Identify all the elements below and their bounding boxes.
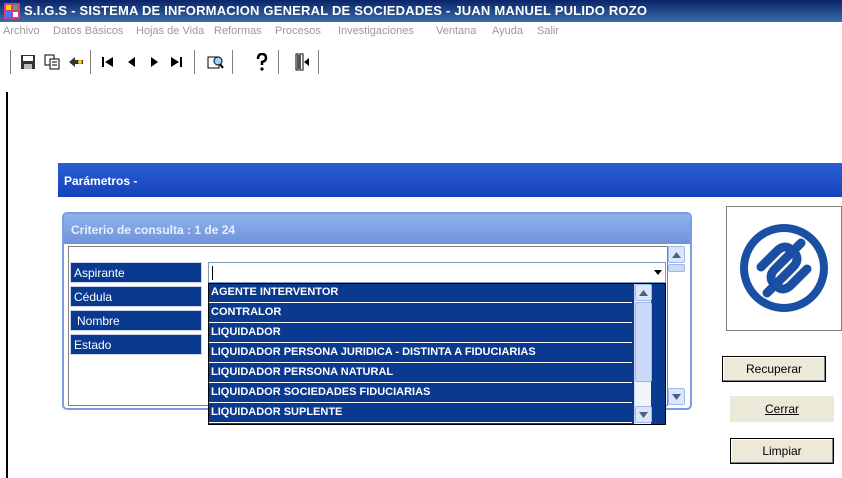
recuperar-button[interactable]: Recuperar bbox=[722, 356, 826, 382]
parametros-title: Parámetros - bbox=[64, 174, 138, 188]
undo-icon[interactable] bbox=[66, 52, 86, 72]
list-item[interactable]: CONTRALOR bbox=[209, 304, 632, 323]
app-icon bbox=[4, 3, 20, 19]
aspirante-combo[interactable] bbox=[208, 262, 666, 283]
criteria-counter: Criterio de consulta : 1 de 24 bbox=[71, 223, 236, 237]
limpiar-button[interactable]: Limpiar bbox=[730, 438, 834, 464]
scroll-thumb[interactable] bbox=[635, 302, 652, 382]
cerrar-label: Cerrar bbox=[764, 402, 799, 416]
toolbar-separator bbox=[318, 50, 322, 74]
toolbar bbox=[0, 42, 842, 92]
list-item[interactable]: LIQUIDADOR SUPLENTE bbox=[209, 404, 632, 423]
criteria-scrollbar[interactable] bbox=[668, 246, 685, 406]
previous-record-icon[interactable] bbox=[122, 52, 142, 72]
toolbar-separator bbox=[194, 50, 198, 74]
workspace-border bbox=[6, 92, 8, 478]
logo-icon bbox=[740, 224, 828, 312]
supersociedades-logo bbox=[726, 206, 842, 331]
chevron-down-icon[interactable] bbox=[650, 264, 665, 281]
scroll-up-icon[interactable] bbox=[668, 246, 685, 263]
first-record-icon[interactable] bbox=[98, 52, 118, 72]
help-icon[interactable] bbox=[252, 52, 272, 72]
parametros-title-bar[interactable]: Parámetros - bbox=[58, 163, 842, 197]
toolbar-separator bbox=[10, 50, 14, 74]
field-label-estado: Estado bbox=[70, 334, 202, 355]
menu-ayuda[interactable]: Ayuda bbox=[492, 25, 523, 37]
copy-icon[interactable] bbox=[42, 52, 62, 72]
scroll-down-icon[interactable] bbox=[668, 388, 685, 405]
aspirante-dropdown-list: AGENTE INTERVENTOR CONTRALOR LIQUIDADOR … bbox=[208, 283, 666, 425]
list-item[interactable]: LIQUIDADOR PERSONA JURIDICA - DISTINTA A… bbox=[209, 344, 632, 363]
field-label-nombre: Nombre bbox=[70, 310, 202, 331]
menu-reformas[interactable]: Reformas bbox=[214, 25, 262, 37]
menu-investigaciones[interactable]: Investigaciones bbox=[338, 25, 414, 37]
save-icon[interactable] bbox=[18, 52, 38, 72]
dropdown-scrollbar[interactable] bbox=[634, 284, 652, 424]
list-item[interactable]: LIQUIDADOR bbox=[209, 324, 632, 343]
menu-archivo[interactable]: Archivo bbox=[3, 25, 40, 37]
title-bar: S.I.G.S - SISTEMA DE INFORMACION GENERAL… bbox=[0, 0, 842, 22]
list-item[interactable]: LIQUIDADOR PERSONA NATURAL bbox=[209, 364, 632, 383]
criteria-header: Criterio de consulta : 1 de 24 bbox=[64, 214, 690, 244]
toolbar-separator bbox=[232, 50, 236, 74]
toolbar-separator bbox=[90, 50, 94, 74]
scroll-thumb[interactable] bbox=[668, 264, 685, 272]
menu-salir[interactable]: Salir bbox=[537, 25, 559, 37]
scroll-up-icon[interactable] bbox=[635, 284, 652, 301]
text-caret bbox=[212, 266, 213, 280]
menu-ventana[interactable]: Ventana bbox=[436, 25, 476, 37]
field-label-aspirante: Aspirante bbox=[70, 262, 202, 283]
window-title: S.I.G.S - SISTEMA DE INFORMACION GENERAL… bbox=[24, 3, 648, 18]
next-record-icon[interactable] bbox=[144, 52, 164, 72]
cerrar-button[interactable]: Cerrar bbox=[730, 396, 834, 422]
toolbar-separator bbox=[278, 50, 282, 74]
list-item[interactable]: AGENTE INTERVENTOR bbox=[209, 284, 632, 303]
menu-datos-basicos[interactable]: Datos Básicos bbox=[53, 25, 123, 37]
field-label-cedula: Cédula bbox=[70, 286, 202, 307]
last-record-icon[interactable] bbox=[166, 52, 186, 72]
exit-icon[interactable] bbox=[292, 52, 312, 72]
menu-hojas-de-vida[interactable]: Hojas de Vida bbox=[136, 25, 204, 37]
menu-procesos[interactable]: Procesos bbox=[275, 25, 321, 37]
query-icon[interactable] bbox=[206, 52, 226, 72]
scroll-down-icon[interactable] bbox=[635, 406, 652, 423]
list-item[interactable]: LIQUIDADOR SOCIEDADES FIDUCIARIAS bbox=[209, 384, 632, 403]
menu-bar: Archivo Datos Básicos Hojas de Vida Refo… bbox=[0, 22, 842, 42]
